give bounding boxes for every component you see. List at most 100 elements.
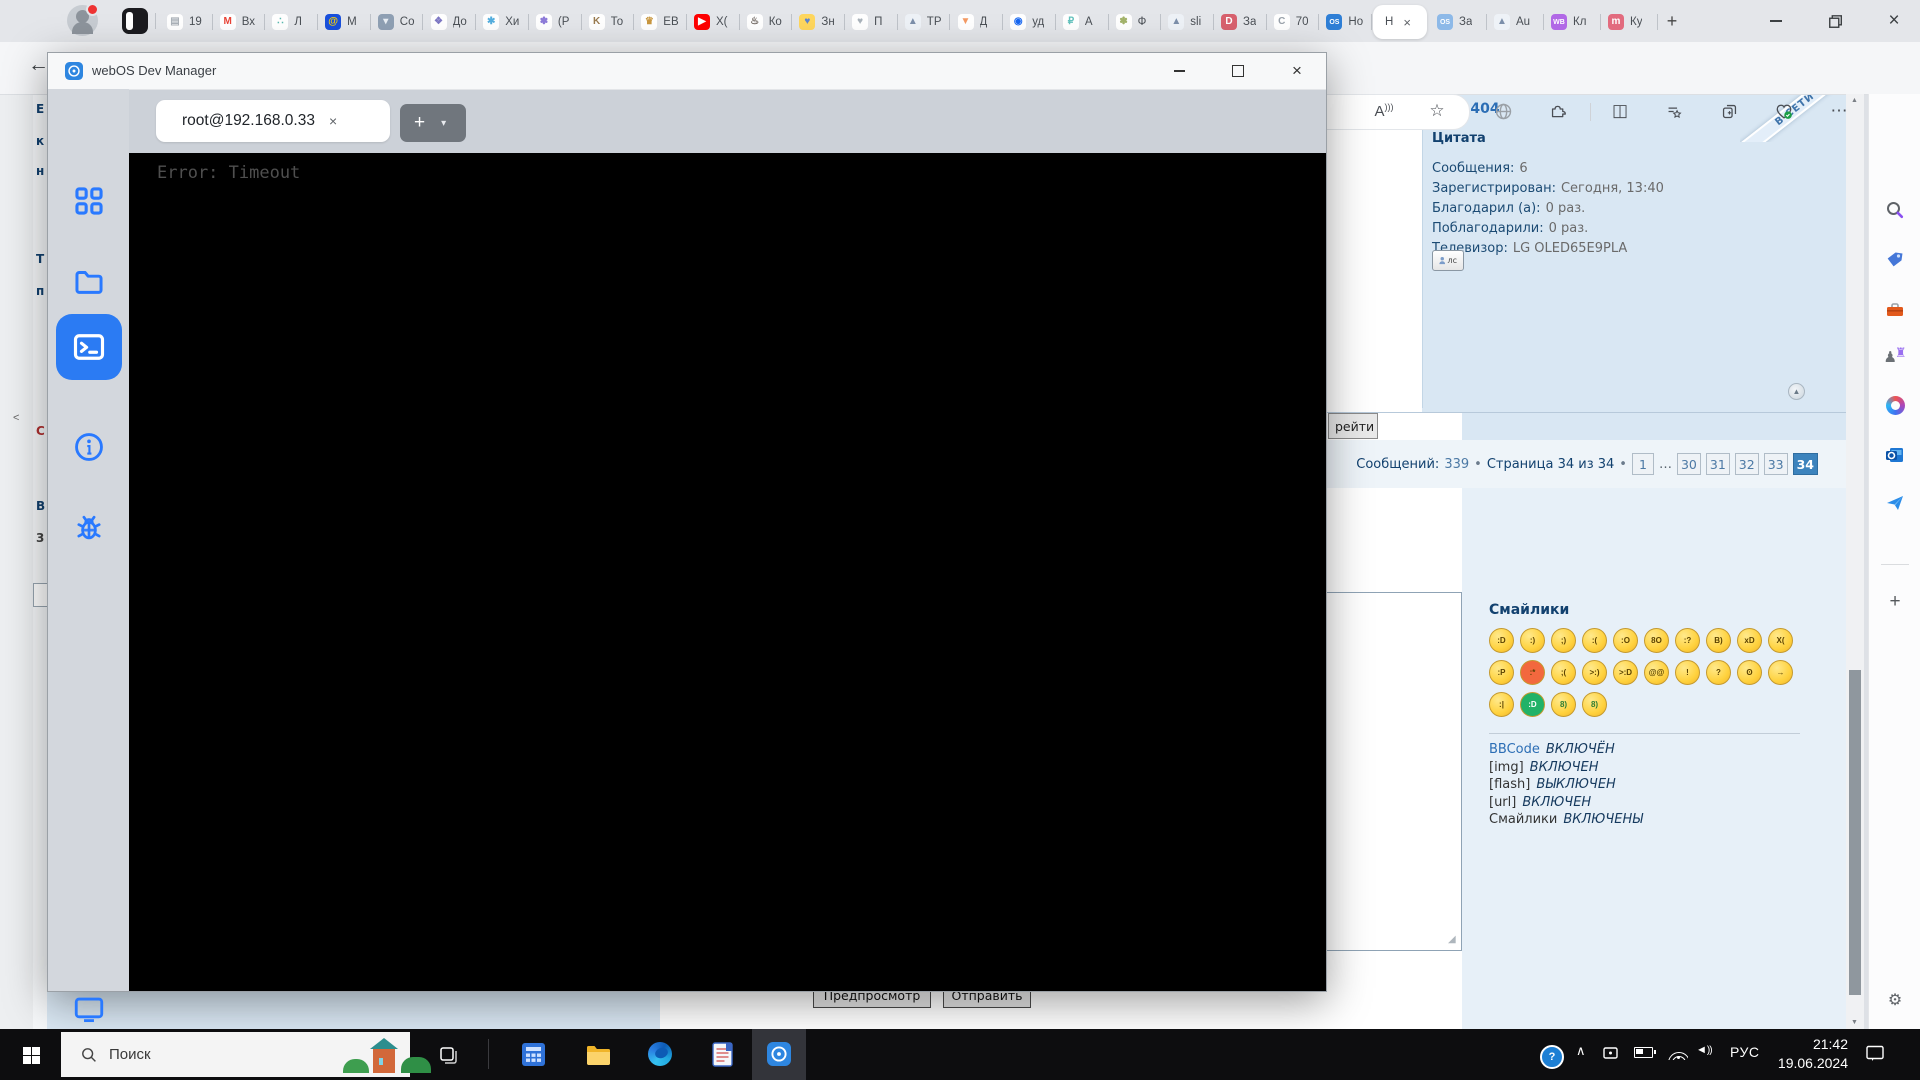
browser-tab[interactable]: ▶Х( — [687, 7, 740, 37]
split-screen-icon[interactable]: ◫ — [1603, 94, 1637, 128]
language-indicator[interactable]: РУС — [1730, 1044, 1760, 1060]
smiley-neutral[interactable]: :| — [1489, 692, 1514, 717]
favorites-star-icon[interactable]: ☆ — [1420, 94, 1454, 128]
browser-tab[interactable]: KТо — [582, 7, 635, 37]
extensions-icon[interactable] — [1541, 94, 1575, 128]
terminal-view[interactable]: Error: Timeout — [129, 153, 1326, 991]
browser-tab[interactable]: ♥Зн — [792, 7, 845, 37]
smiley-arrow[interactable]: → — [1768, 660, 1793, 685]
browser-tab[interactable]: ▼Д — [951, 7, 1004, 37]
new-tab-button[interactable]: + — [1660, 9, 1684, 33]
wifi-tray-icon[interactable] — [1668, 1046, 1688, 1060]
sidebar-collapse-chevron[interactable]: < — [13, 412, 19, 424]
tab-close-icon[interactable]: × — [1403, 15, 1411, 30]
start-button[interactable] — [14, 1038, 48, 1072]
profile-avatar[interactable] — [67, 5, 98, 36]
collections-icon[interactable] — [1657, 94, 1691, 128]
session-tab-close-icon[interactable]: × — [329, 113, 337, 129]
tray-expand-chevron-icon[interactable]: ∧ — [1576, 1043, 1586, 1059]
browser-tab[interactable]: mКу — [1601, 7, 1658, 37]
browser-tab[interactable]: ✽(Р — [529, 7, 582, 37]
sidebar-item-files[interactable] — [71, 264, 107, 300]
calculator-app-icon[interactable] — [521, 1042, 546, 1067]
browser-tab[interactable]: WBКл — [1544, 7, 1601, 37]
browser-tab[interactable]: @М — [318, 7, 371, 37]
read-aloud-icon[interactable]: A))) — [1367, 94, 1401, 128]
smiley-idea[interactable]: ʘ — [1737, 660, 1762, 685]
post-top-icon[interactable]: ▲ — [1788, 383, 1805, 400]
smiley-rolleyes[interactable]: @@ — [1644, 660, 1669, 685]
workspaces-icon[interactable] — [122, 8, 148, 34]
bbcode-link[interactable]: BBCode — [1489, 742, 1540, 757]
browser-tab[interactable]: ∴Л — [265, 7, 318, 37]
window-restore-button[interactable] — [1812, 0, 1858, 42]
new-session-button[interactable]: + ▾ — [400, 104, 466, 142]
smiley-twisted[interactable]: >:) — [1582, 660, 1607, 685]
browser-tab[interactable]: ₽А — [1056, 7, 1109, 37]
browser-tab[interactable]: ▾Со — [371, 7, 424, 37]
browser-tab[interactable]: ✱Хи — [476, 7, 529, 37]
page-number-32[interactable]: 32 — [1735, 453, 1759, 475]
webos-maximize-button[interactable] — [1213, 53, 1263, 89]
smiley-razz[interactable]: :P — [1489, 660, 1514, 685]
smiley-wink[interactable]: ;) — [1551, 628, 1576, 653]
tools-icon[interactable] — [1879, 294, 1911, 326]
page-number-31[interactable]: 31 — [1706, 453, 1730, 475]
browser-tab[interactable]: ♥П — [845, 7, 898, 37]
webos-dev-manager-taskbar-icon[interactable] — [766, 1041, 792, 1067]
smiley-confused[interactable]: :? — [1675, 628, 1700, 653]
edge-browser-icon[interactable] — [647, 1041, 673, 1067]
scroll-up-arrow[interactable]: ▲ — [1851, 97, 1858, 104]
smiley-cry[interactable]: ;( — [1551, 660, 1576, 685]
smiley-lol[interactable]: xD — [1737, 628, 1762, 653]
browser-tab[interactable]: ◉уд — [1003, 7, 1056, 37]
smiley-mad[interactable]: X( — [1768, 628, 1793, 653]
browser-tab[interactable]: ▲ТР — [898, 7, 951, 37]
browser-tab[interactable]: ♨Ко — [740, 7, 793, 37]
smiley-question[interactable]: ? — [1706, 660, 1731, 685]
page-scrollbar-thumb[interactable] — [1849, 670, 1861, 995]
smiley-sad[interactable]: :( — [1582, 628, 1607, 653]
smiley-professor[interactable]: 8) — [1582, 692, 1607, 717]
task-view-button[interactable] — [436, 1042, 462, 1068]
window-close-button[interactable]: × — [1871, 0, 1917, 42]
browser-tab[interactable]: DЗа — [1214, 7, 1267, 37]
file-explorer-icon[interactable] — [585, 1042, 610, 1067]
browser-tab[interactable]: OSНо — [1319, 7, 1372, 37]
sidebar-item-display[interactable] — [71, 991, 107, 1027]
translate-icon[interactable] — [1486, 94, 1520, 128]
sidebar-item-info[interactable] — [71, 429, 107, 465]
taskbar-search-box[interactable]: Поиск — [61, 1032, 410, 1077]
drop-icon[interactable] — [1879, 487, 1911, 519]
textarea-resize-handle[interactable]: ◢ — [1448, 934, 1456, 945]
shopping-icon[interactable] — [1879, 244, 1911, 276]
search-icon[interactable] — [1879, 194, 1911, 226]
browser-tab[interactable]: ✽Ф — [1109, 7, 1162, 37]
smiley-eek[interactable]: 8O — [1644, 628, 1669, 653]
smiley-geek[interactable]: 8) — [1551, 692, 1576, 717]
browser-tab[interactable]: OSЗа — [1430, 7, 1487, 37]
go-button[interactable]: рейти — [1328, 413, 1378, 439]
window-minimize-button[interactable] — [1753, 0, 1799, 42]
smiley-grin[interactable]: :D — [1489, 628, 1514, 653]
notification-center-icon[interactable] — [1866, 1045, 1884, 1062]
browser-tab[interactable]: ▲Аu — [1487, 7, 1544, 37]
session-tab[interactable]: root@192.168.0.33 × — [156, 100, 390, 142]
outlook-icon[interactable] — [1879, 439, 1911, 471]
battery-tray-icon[interactable] — [1634, 1047, 1653, 1058]
browser-tab[interactable]: C70 — [1267, 7, 1320, 37]
smiley-cool[interactable]: B) — [1706, 628, 1731, 653]
browser-tab[interactable]: ▲sli — [1161, 7, 1214, 37]
browser-tab[interactable]: ▤19 — [160, 7, 213, 37]
notepad-app-icon[interactable] — [709, 1040, 735, 1068]
cast-tray-icon[interactable] — [1602, 1046, 1619, 1060]
browser-essentials-icon[interactable] — [1767, 94, 1801, 128]
smiley-exclaim[interactable]: ! — [1675, 660, 1700, 685]
webos-close-button[interactable]: × — [1272, 53, 1322, 89]
smiley-smile[interactable]: :) — [1520, 628, 1545, 653]
sidebar-item-debug[interactable] — [71, 510, 107, 546]
webos-minimize-button[interactable] — [1154, 53, 1204, 89]
tab-actions-icon[interactable] — [1712, 94, 1746, 128]
sidebar-item-apps[interactable] — [71, 183, 107, 219]
smiley-oops[interactable]: :* — [1520, 660, 1545, 685]
